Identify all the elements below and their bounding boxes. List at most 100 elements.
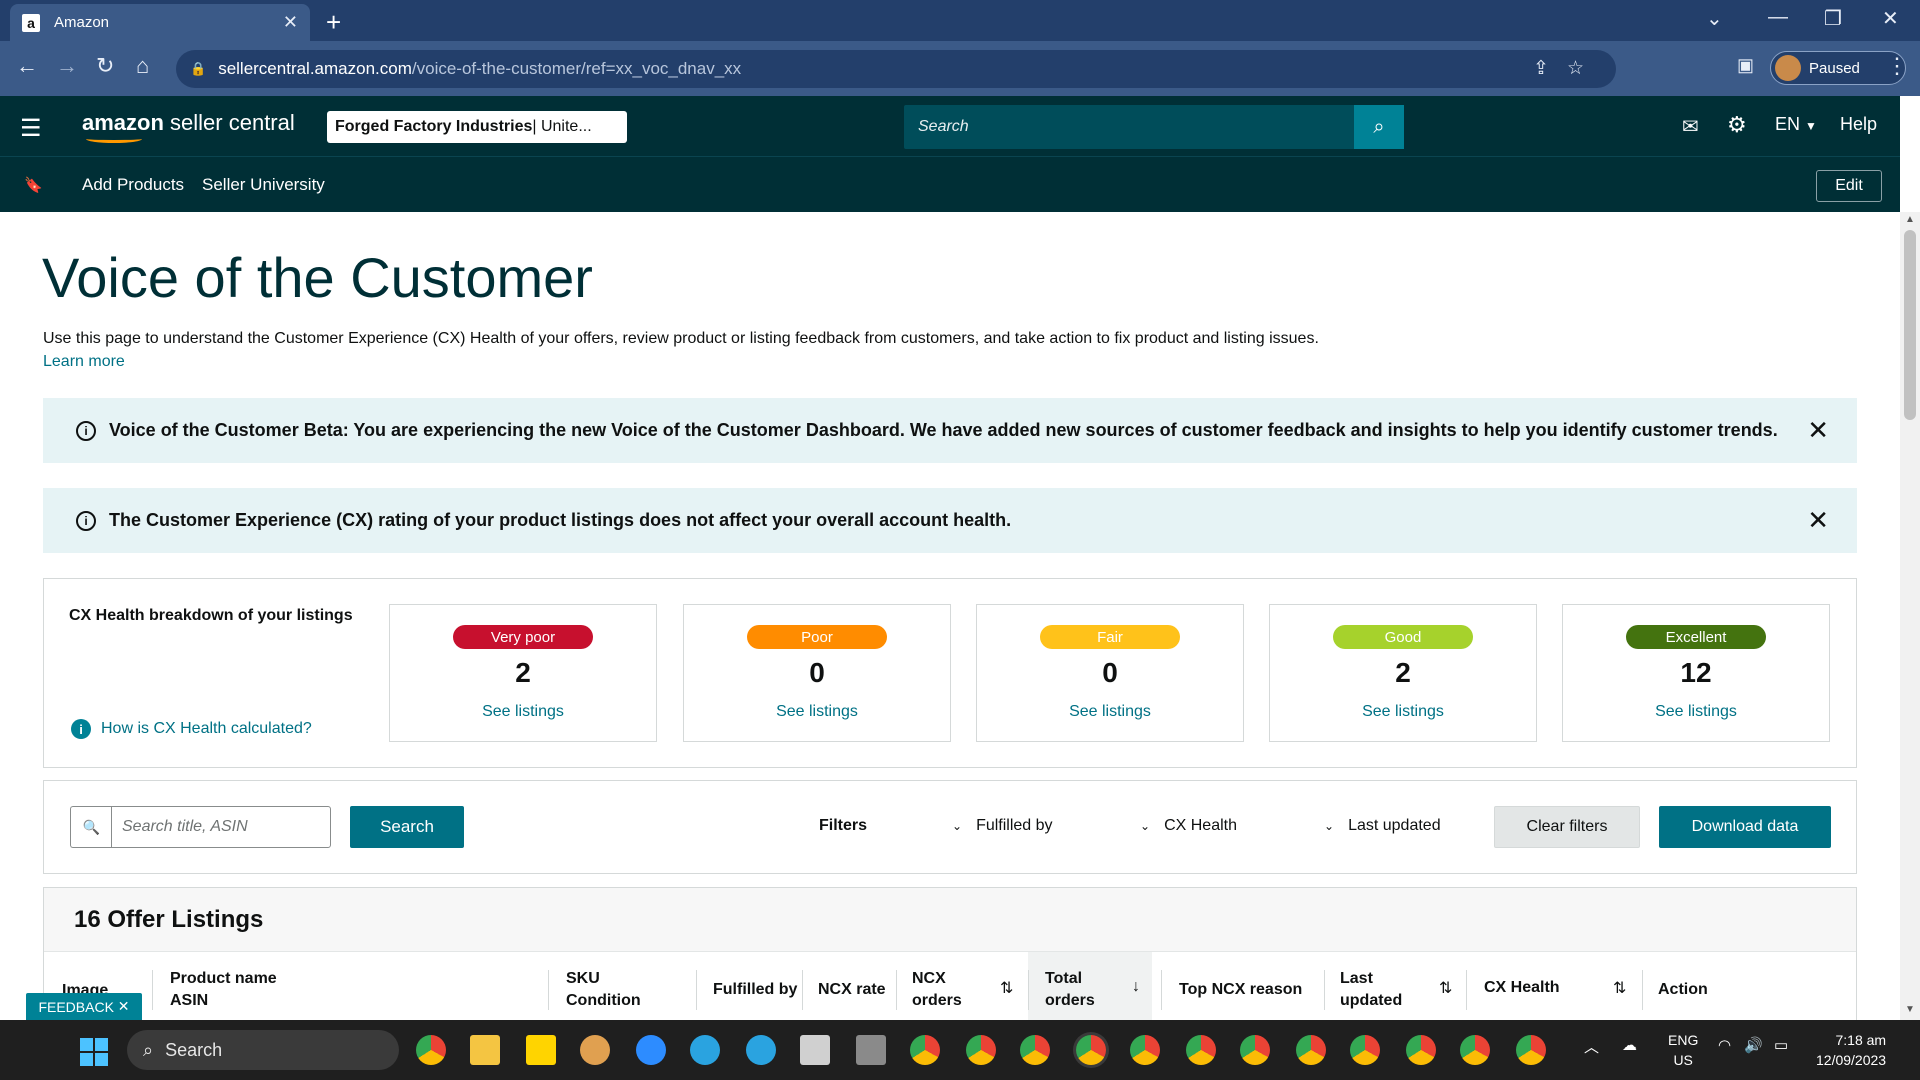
amazon-seller-central-logo[interactable]: amazon seller central xyxy=(82,110,295,143)
sort-icon[interactable]: ⇅ xyxy=(1000,978,1013,998)
input-language[interactable]: ENG US xyxy=(1668,1030,1698,1070)
onedrive-cloud-icon[interactable]: ☁ xyxy=(1622,1036,1637,1054)
column-divider xyxy=(1324,970,1325,1010)
chrome-icon[interactable] xyxy=(1350,1035,1380,1065)
column-divider xyxy=(152,970,153,1010)
feedback-button[interactable]: FEEDBACK ✕ xyxy=(26,993,142,1020)
download-data-button[interactable]: Download data xyxy=(1659,806,1831,848)
chrome-icon[interactable] xyxy=(1460,1035,1490,1065)
last-updated-dropdown[interactable]: ⌄ Last updated xyxy=(1324,817,1441,835)
windows-start-icon[interactable] xyxy=(80,1038,108,1066)
cx-health-help-link[interactable]: i How is CX Health calculated? xyxy=(71,719,312,739)
col-product-name[interactable]: Product name ASIN xyxy=(170,968,277,1012)
see-listings-link[interactable]: See listings xyxy=(1563,703,1829,721)
close-window-icon[interactable]: ✕ xyxy=(1882,6,1899,31)
calculator-icon[interactable] xyxy=(856,1035,886,1065)
share-icon[interactable]: ⇪ xyxy=(1533,58,1567,79)
sticky-notes-icon[interactable] xyxy=(526,1035,556,1065)
column-divider xyxy=(1642,970,1643,1010)
back-icon[interactable]: ← xyxy=(16,53,38,79)
close-icon[interactable]: ✕ xyxy=(1807,505,1829,536)
bookmark-star-icon[interactable]: ☆ xyxy=(1567,58,1602,79)
chrome-icon[interactable] xyxy=(910,1035,940,1065)
reload-icon[interactable]: ↻ xyxy=(96,53,114,79)
volume-icon[interactable]: 🔊 xyxy=(1744,1036,1763,1054)
telegram-icon[interactable] xyxy=(746,1035,776,1065)
search-button[interactable]: Search xyxy=(350,806,464,848)
scroll-up-icon[interactable]: ▲ xyxy=(1905,214,1915,225)
col-last-updated[interactable]: Last updated xyxy=(1340,968,1402,1012)
minimize-icon[interactable]: — xyxy=(1768,6,1788,29)
mail-icon[interactable]: ✉ xyxy=(1682,114,1699,139)
scroll-down-icon[interactable]: ▼ xyxy=(1905,1004,1915,1015)
app-icon[interactable] xyxy=(580,1035,610,1065)
side-panel-icon[interactable]: ▣ xyxy=(1737,55,1754,76)
search-icon[interactable]: ⌕ xyxy=(1354,105,1404,149)
dropdown-label: Last updated xyxy=(1348,817,1441,834)
learn-more-link[interactable]: Learn more xyxy=(43,353,125,371)
browser-tab[interactable]: a Amazon ✕ xyxy=(10,4,310,41)
main-content: Voice of the Customer Use this page to u… xyxy=(0,212,1900,1020)
header-search-input[interactable] xyxy=(904,105,1354,149)
chrome-icon[interactable] xyxy=(1516,1035,1546,1065)
col-top-ncx-reason[interactable]: Top NCX reason xyxy=(1179,979,1302,1001)
wifi-icon[interactable]: ◠ xyxy=(1718,1036,1731,1054)
close-icon[interactable]: ✕ xyxy=(1807,415,1829,446)
col-sku[interactable]: SKU Condition xyxy=(566,968,641,1012)
chrome-icon[interactable] xyxy=(1130,1035,1160,1065)
nav-add-products[interactable]: Add Products xyxy=(82,175,184,195)
home-icon[interactable]: ⌂ xyxy=(136,53,149,79)
settings-gear-icon[interactable]: ⚙ xyxy=(1727,112,1747,138)
help-link[interactable]: Help xyxy=(1840,114,1877,135)
sort-icon[interactable]: ⇅ xyxy=(1439,978,1452,998)
nav-seller-university[interactable]: Seller University xyxy=(202,175,325,195)
col-ncx-orders[interactable]: NCX orders xyxy=(912,968,962,1012)
snipping-tool-icon[interactable] xyxy=(800,1035,830,1065)
chrome-icon[interactable] xyxy=(1186,1035,1216,1065)
battery-icon[interactable]: ▭ xyxy=(1774,1036,1788,1054)
edit-button[interactable]: Edit xyxy=(1816,170,1882,202)
browser-menu-icon[interactable]: ⋮ xyxy=(1886,53,1908,79)
chrome-icon[interactable] xyxy=(1020,1035,1050,1065)
page-scrollbar[interactable]: ▲ ▼ xyxy=(1900,212,1920,1020)
store-selector[interactable]: Forged Factory Industries | Unite... xyxy=(327,111,627,143)
system-clock[interactable]: 7:18 am 12/09/2023 xyxy=(1816,1030,1886,1070)
telegram-icon[interactable] xyxy=(690,1035,720,1065)
address-bar[interactable]: 🔒 sellercentral.amazon.com/voice-of-the-… xyxy=(176,50,1616,88)
chrome-icon[interactable] xyxy=(1240,1035,1270,1065)
tab-search-icon[interactable]: ⌄ xyxy=(1706,6,1723,31)
listing-search-input[interactable] xyxy=(111,806,331,848)
tab-close-icon[interactable]: ✕ xyxy=(283,12,298,33)
sort-descending-icon[interactable]: ↓ xyxy=(1132,978,1140,996)
hamburger-menu-icon[interactable]: ☰ xyxy=(20,114,42,143)
chrome-icon[interactable] xyxy=(966,1035,996,1065)
zoom-icon[interactable] xyxy=(636,1035,666,1065)
see-listings-link[interactable]: See listings xyxy=(390,703,656,721)
col-ncx-rate[interactable]: NCX rate xyxy=(818,979,886,1001)
see-listings-link[interactable]: See listings xyxy=(977,703,1243,721)
col-total-orders[interactable]: Total orders xyxy=(1045,968,1095,1012)
col-cx-health[interactable]: CX Health xyxy=(1484,977,1560,999)
see-listings-link[interactable]: See listings xyxy=(684,703,950,721)
chrome-active-icon[interactable] xyxy=(1076,1035,1106,1065)
language-selector[interactable]: EN ▼ xyxy=(1775,114,1817,135)
chrome-icon[interactable] xyxy=(416,1035,446,1065)
file-explorer-icon[interactable] xyxy=(470,1035,500,1065)
forward-icon[interactable]: → xyxy=(56,53,78,79)
cx-health-dropdown[interactable]: ⌄ CX Health xyxy=(1140,817,1237,835)
scrollbar-thumb[interactable] xyxy=(1904,230,1916,420)
clear-filters-button[interactable]: Clear filters xyxy=(1494,806,1640,848)
see-listings-link[interactable]: See listings xyxy=(1270,703,1536,721)
chrome-icon[interactable] xyxy=(1296,1035,1326,1065)
bookmark-icon[interactable]: 🔖 xyxy=(24,176,43,194)
chevron-up-icon[interactable]: ︿ xyxy=(1584,1036,1599,1057)
col-fulfilled-by[interactable]: Fulfilled by xyxy=(713,979,797,1001)
new-tab-icon[interactable]: + xyxy=(326,7,341,38)
restore-icon[interactable]: ❐ xyxy=(1824,6,1842,31)
seller-central-header: ☰ amazon seller central Forged Factory I… xyxy=(0,96,1900,156)
fulfilled-by-dropdown[interactable]: ⌄ Fulfilled by xyxy=(952,817,1053,835)
chrome-icon[interactable] xyxy=(1406,1035,1436,1065)
taskbar-search[interactable]: ⌕ Search xyxy=(127,1030,399,1070)
sort-icon[interactable]: ⇅ xyxy=(1613,978,1626,998)
language-code: ENG xyxy=(1668,1032,1699,1048)
